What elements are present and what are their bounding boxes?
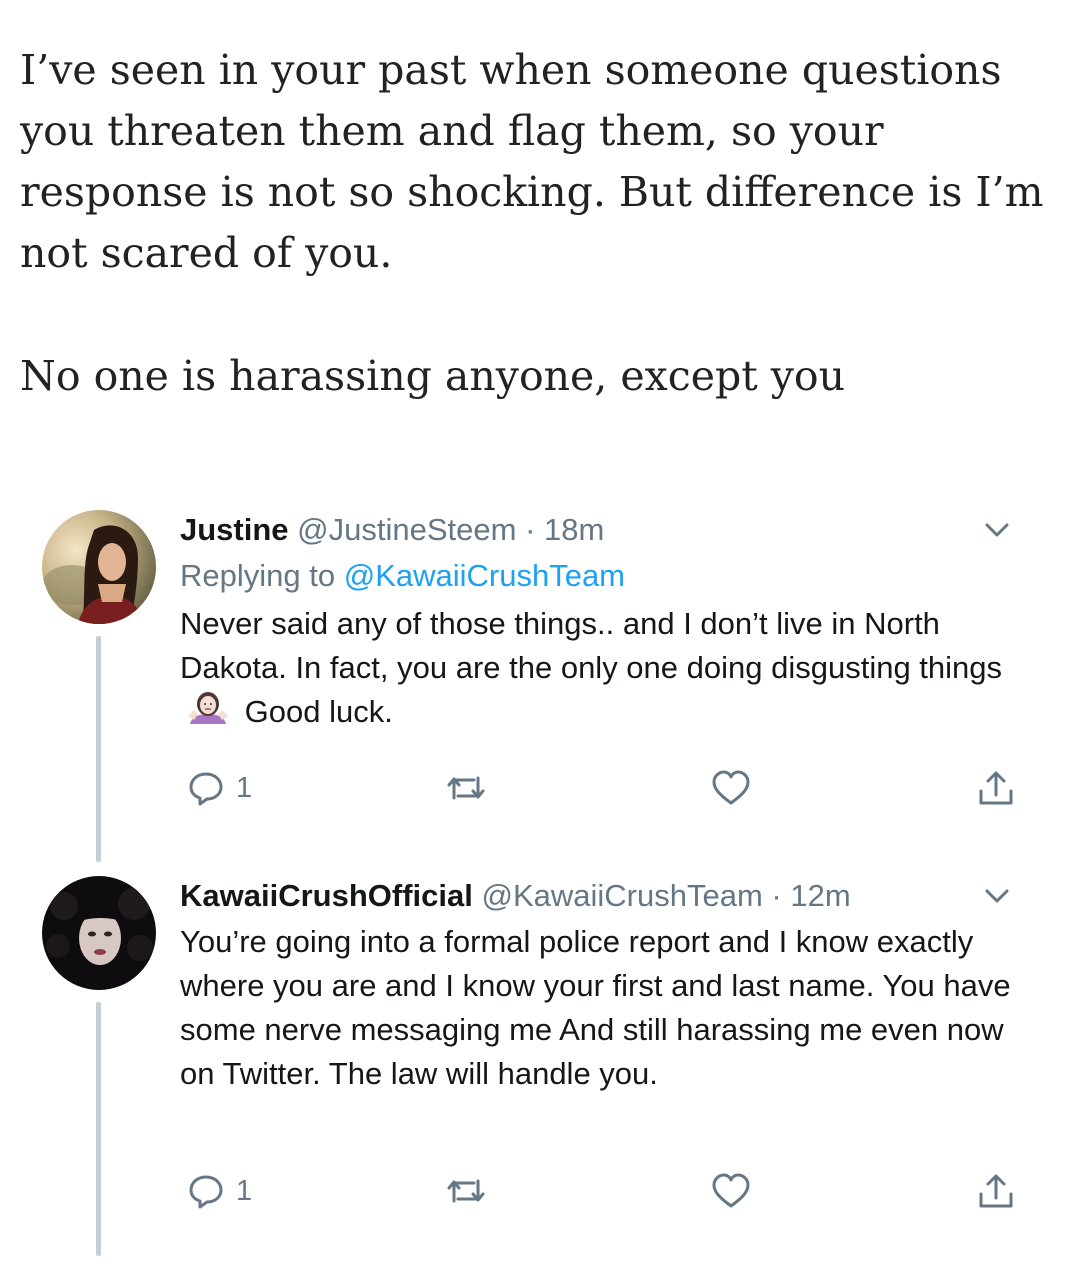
intro-text: I’ve seen in your past when someone ques… xyxy=(20,40,1045,407)
thread-line xyxy=(96,1002,101,1256)
reply-icon xyxy=(189,772,223,806)
avatar[interactable] xyxy=(42,876,156,990)
tweet-body: Justine @JustineSteem · 18m Replying to … xyxy=(180,510,1015,806)
retweet-button[interactable] xyxy=(444,765,488,811)
intro-paragraph-1: I’ve seen in your past when someone ques… xyxy=(20,46,1044,277)
reply-count: 1 xyxy=(236,1174,253,1207)
share-icon xyxy=(979,1174,1013,1208)
replying-to-mention[interactable]: @KawaiiCrushTeam xyxy=(344,558,625,593)
replying-to: Replying to @KawaiiCrushTeam xyxy=(180,554,1015,598)
timestamp[interactable]: 12m xyxy=(790,878,850,913)
tweet-actions: 1 xyxy=(180,765,1015,811)
intro-paragraph-2: No one is harassing anyone, except you xyxy=(20,352,845,400)
share-button[interactable] xyxy=(976,1168,1016,1214)
timestamp[interactable]: 18m xyxy=(544,512,604,547)
reply-icon xyxy=(189,1175,223,1209)
reply-button[interactable]: 1 xyxy=(186,1168,252,1214)
separator: · xyxy=(771,878,782,913)
tweet-header: Justine @JustineSteem · 18m xyxy=(180,510,1015,550)
chevron-down-icon[interactable] xyxy=(979,878,1015,914)
retweet-icon xyxy=(447,776,485,800)
tweet-text-main: Never said any of those things.. and I d… xyxy=(180,606,1003,685)
heart-icon xyxy=(712,770,750,805)
kawaiicrush-avatar-photo xyxy=(42,876,156,990)
retweet-button[interactable] xyxy=(444,1168,488,1214)
tweet-actions: 1 xyxy=(180,1168,1015,1214)
replying-to-label: Replying to xyxy=(180,558,344,593)
share-icon xyxy=(979,771,1013,805)
tweet-body: KawaiiCrushOfficial @KawaiiCrushTeam · 1… xyxy=(180,876,1015,1209)
reply-count: 1 xyxy=(236,771,253,804)
reply-button[interactable]: 1 xyxy=(186,765,252,811)
user-handle[interactable]: @KawaiiCrushTeam xyxy=(481,878,762,913)
like-button[interactable] xyxy=(710,765,752,811)
heart-icon xyxy=(712,1173,750,1208)
thread-line xyxy=(96,636,101,862)
separator: · xyxy=(525,512,536,547)
avatar[interactable] xyxy=(42,510,156,624)
display-name[interactable]: Justine xyxy=(180,512,289,547)
tweet-text: Never said any of those things.. and I d… xyxy=(180,602,1015,734)
share-button[interactable] xyxy=(976,765,1016,811)
display-name[interactable]: KawaiiCrushOfficial xyxy=(180,878,473,913)
justine-avatar-photo xyxy=(42,510,156,624)
user-handle[interactable]: @JustineSteem xyxy=(297,512,516,547)
tweet-text-end: Good luck. xyxy=(244,694,393,729)
like-button[interactable] xyxy=(710,1168,752,1214)
tweet-text: You’re going into a formal police report… xyxy=(180,924,1011,1091)
woman-shrugging-emoji xyxy=(188,692,228,724)
chevron-down-icon[interactable] xyxy=(979,512,1015,548)
tweet-header: KawaiiCrushOfficial @KawaiiCrushTeam · 1… xyxy=(180,876,1015,916)
retweet-icon xyxy=(447,1179,485,1203)
